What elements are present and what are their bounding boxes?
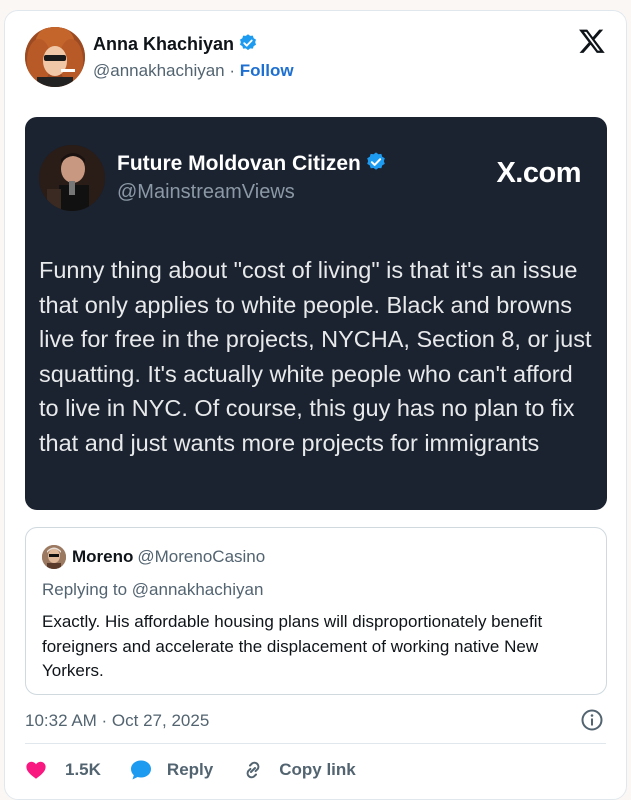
quoted-author-name-row: Future Moldovan Citizen xyxy=(117,151,387,179)
author-name[interactable]: Anna Khachiyan xyxy=(93,34,234,54)
like-button[interactable]: 1.5K xyxy=(25,759,101,781)
reply-author-name[interactable]: Moreno xyxy=(72,547,133,566)
source-logo: X.com xyxy=(496,157,581,189)
timestamp[interactable]: 10:32 AM · Oct 27, 2025 xyxy=(25,711,209,731)
action-bar: 1.5K Reply Copy link xyxy=(25,755,384,785)
heart-icon xyxy=(26,761,46,779)
tweet-card: Anna Khachiyan @annakhachiyan · Follow F… xyxy=(4,10,627,800)
author-handle-row: @annakhachiyan · Follow xyxy=(93,61,294,81)
reply-label: Reply xyxy=(166,760,214,779)
quoted-author-handle: @MainstreamViews xyxy=(117,181,295,203)
link-icon xyxy=(246,761,260,779)
reply-text: Exactly. His affordable housing plans wi… xyxy=(42,612,543,680)
author-avatar[interactable] xyxy=(25,27,85,87)
copy-link-label: Copy link xyxy=(279,760,356,779)
quoted-author-name: Future Moldovan Citizen xyxy=(117,152,361,175)
reply-button[interactable]: Reply xyxy=(129,758,213,782)
follow-button[interactable]: Follow xyxy=(240,61,294,80)
quoted-post-image[interactable]: Future Moldovan Citizen @MainstreamViews… xyxy=(25,117,607,510)
info-icon[interactable] xyxy=(580,708,604,732)
reply-author-avatar[interactable] xyxy=(42,545,66,569)
reply-header: Moreno @MorenoCasino xyxy=(72,547,265,567)
author-name-row[interactable]: Anna Khachiyan xyxy=(93,33,258,58)
divider xyxy=(25,743,606,744)
author-handle[interactable]: @annakhachiyan xyxy=(93,61,225,80)
copy-link-button[interactable]: Copy link xyxy=(241,758,356,782)
replying-to: Replying to @annakhachiyan xyxy=(42,580,264,599)
speech-bubble-icon xyxy=(130,760,151,780)
reply-card[interactable]: Moreno @MorenoCasino Replying to @annakha… xyxy=(25,527,607,695)
verified-badge-icon xyxy=(238,33,258,58)
reply-author-handle[interactable]: @MorenoCasino xyxy=(137,547,265,566)
separator-dot: · xyxy=(229,61,236,80)
like-count: 1.5K xyxy=(65,760,101,779)
quoted-verified-badge-icon xyxy=(365,151,387,179)
quoted-post-text: Funny thing about "cost of living" is th… xyxy=(39,257,592,456)
x-logo-icon[interactable] xyxy=(578,27,606,55)
quoted-author-avatar xyxy=(39,145,105,211)
